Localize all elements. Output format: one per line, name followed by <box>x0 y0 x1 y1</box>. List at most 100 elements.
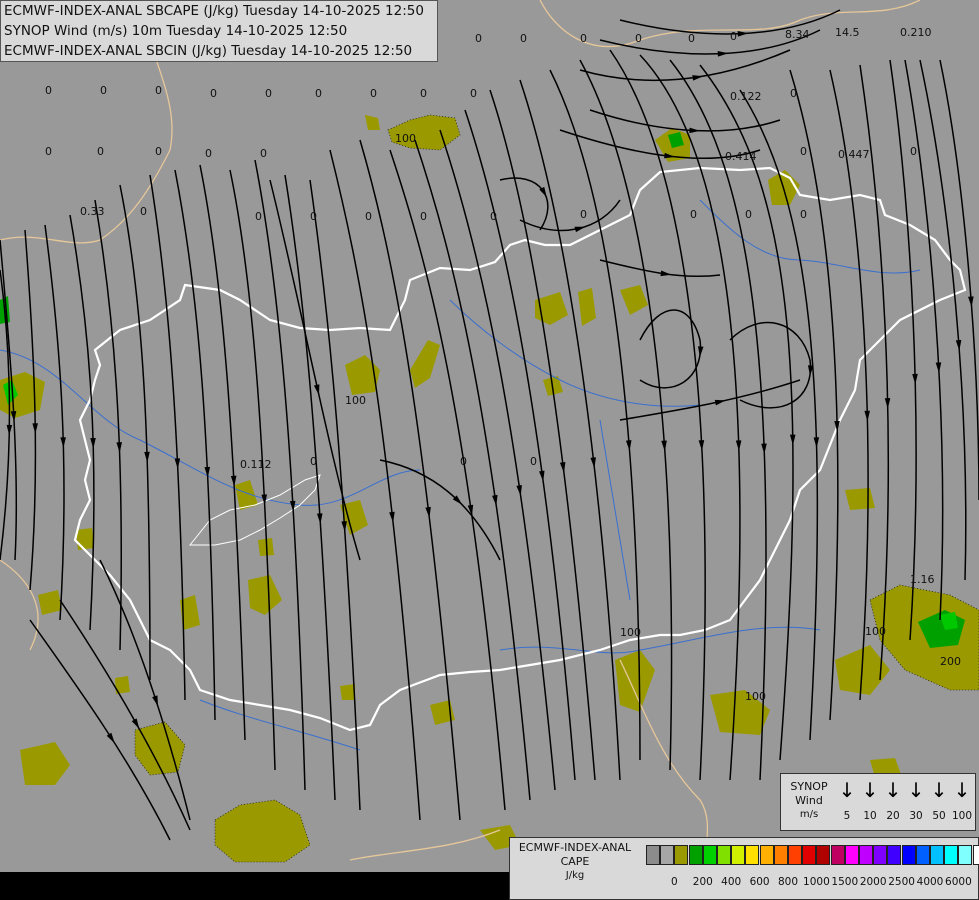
cape-legend-tick: 0 <box>671 876 678 888</box>
cape-color-swatch <box>930 845 944 865</box>
wind-arrow-icon: ↓ <box>884 778 902 802</box>
wind-arrow-icon: ↓ <box>838 778 856 802</box>
cape-legend-tick: 2000 <box>859 876 887 888</box>
cape-color-swatch <box>859 845 873 865</box>
cin-value-label: 200 <box>940 655 961 668</box>
map-bottom-edge <box>0 872 509 900</box>
title-wind: SYNOP Wind (m/s) 10m Tuesday 14-10-2025 … <box>4 23 348 39</box>
cin-value-label: 0 <box>97 145 104 158</box>
cape-legend-tick: 600 <box>749 876 770 888</box>
cin-value-label: 0 <box>745 208 752 221</box>
cape-color-swatch <box>717 845 731 865</box>
cape-color-swatch <box>745 845 760 865</box>
cape-legend-tick: 6000 <box>945 876 972 888</box>
cin-value-label: 0 <box>580 32 587 45</box>
cin-value-label: 100 <box>865 625 886 638</box>
cape-color-swatch <box>674 845 689 865</box>
cape-legend-tick: 1000 <box>803 876 830 888</box>
cape-color-swatch <box>844 845 859 865</box>
cin-value-label: 0 <box>470 87 477 100</box>
cin-value-label: 0 <box>910 145 917 158</box>
cin-value-label: 0 <box>800 208 807 221</box>
cin-value-label: 100 <box>620 626 641 639</box>
cape-legend-tick: 2500 <box>888 876 915 888</box>
cape-color-swatch <box>944 845 959 865</box>
cin-value-label: 0 <box>310 455 317 468</box>
cape-color-swatch <box>830 845 845 865</box>
cin-value-label: 0 <box>315 87 322 100</box>
cape-color-swatch <box>646 845 660 865</box>
wind-legend-tick: 10 <box>863 810 877 822</box>
wind-arrow-icon: ↓ <box>930 778 948 802</box>
cin-value-label: 100 <box>745 690 766 703</box>
weather-map[interactable]: 0 0 0 0 0 0 8.34 14.5 0.210 0 0 0 0 0 0 0 0 0 0.122 0 0 0 0 0 0 0… <box>0 0 979 900</box>
wind-legend-title: SYNOP Wind m/s <box>790 780 828 820</box>
cape-color-swatch <box>660 845 675 865</box>
wind-legend-tick: 30 <box>909 810 923 822</box>
cin-value-label: 0 <box>730 30 737 43</box>
cin-value-label: 0.447 <box>838 148 870 161</box>
wind-legend-tick: 20 <box>886 810 900 822</box>
cin-value-label: 0 <box>260 147 267 160</box>
cin-value-label: 1.16 <box>910 573 935 586</box>
cape-legend-tick: 200 <box>692 876 713 888</box>
cin-value-label: 0 <box>688 32 695 45</box>
cin-value-label: 0 <box>205 147 212 160</box>
cin-value-label: 0 <box>370 87 377 100</box>
cin-value-label: 100 <box>395 132 416 145</box>
cin-value-label: 0 <box>365 210 372 223</box>
cin-value-label: 0 <box>100 84 107 97</box>
cin-value-label: 100 <box>345 394 366 407</box>
wind-arrow-icon: ↓ <box>953 778 971 802</box>
cin-value-label: 0.122 <box>730 90 762 103</box>
cin-value-label: 0.112 <box>240 458 272 471</box>
cape-color-swatch <box>887 845 902 865</box>
cin-value-label: 0 <box>530 455 537 468</box>
cin-value-label: 0 <box>790 87 797 100</box>
cin-value-label: 0 <box>265 87 272 100</box>
cin-value-label: 0 <box>460 455 467 468</box>
cape-color-swatch <box>688 845 703 865</box>
cin-value-label: 0 <box>45 84 52 97</box>
wind-legend-tick: 50 <box>932 810 946 822</box>
cape-color-swatch <box>816 845 831 865</box>
cin-value-label: 0 <box>520 32 527 45</box>
map-title-box: ECMWF-INDEX-ANAL SBCAPE (J/kg) Tuesday 1… <box>0 0 438 62</box>
cin-value-label: 0 <box>580 208 587 221</box>
cin-value-label: 0 <box>690 208 697 221</box>
cin-value-label: 0 <box>800 145 807 158</box>
cin-value-label: 0 <box>310 210 317 223</box>
cape-legend: ECMWF-INDEX-ANAL CAPE J/kg 0 200 400 600 800… <box>509 837 979 900</box>
cape-legend-title: ECMWF-INDEX-ANAL CAPE J/kg <box>518 841 632 881</box>
cape-legend-tick: 1500 <box>831 876 859 888</box>
cape-color-swatch <box>873 845 888 865</box>
wind-legend-tick: 100 <box>951 810 973 822</box>
cin-value-label: 0 <box>420 210 427 223</box>
cin-value-label: 0 <box>255 210 262 223</box>
cape-color-swatch <box>702 845 717 865</box>
cape-color-swatch <box>958 845 973 865</box>
cin-value-label: 8.34 <box>785 28 810 41</box>
cape-legend-tick: 4000 <box>916 876 944 888</box>
title-cape: ECMWF-INDEX-ANAL SBCAPE (J/kg) Tuesday 1… <box>4 3 424 19</box>
cape-color-swatch <box>773 845 788 865</box>
cin-value-label: 14.5 <box>835 26 860 39</box>
cape-color-swatch <box>802 845 817 865</box>
cin-value-label: 0.210 <box>900 26 932 39</box>
cin-value-label: 0 <box>155 84 162 97</box>
cape-color-swatch <box>759 845 774 865</box>
cin-value-label: 0 <box>635 32 642 45</box>
cin-value-label: 0 <box>420 87 427 100</box>
cape-color-swatch <box>788 845 802 865</box>
cin-value-label: 0 <box>45 145 52 158</box>
cape-color-swatch <box>915 845 930 865</box>
cin-value-label: 0.33 <box>80 205 105 218</box>
wind-legend: SYNOP Wind m/s ↓ 5 ↓ 10 ↓ 20 ↓ 30 ↓ 50 ↓ 100 <box>780 773 976 831</box>
cin-value-label: 0 <box>210 87 217 100</box>
cin-value-label: 0 <box>475 32 482 45</box>
wind-arrow-icon: ↓ <box>907 778 925 802</box>
cape-color-swatch <box>901 845 916 865</box>
cape-color-swatch <box>731 845 746 865</box>
cin-value-label: 0 <box>140 205 147 218</box>
cin-value-label: 0.414 <box>725 150 757 163</box>
